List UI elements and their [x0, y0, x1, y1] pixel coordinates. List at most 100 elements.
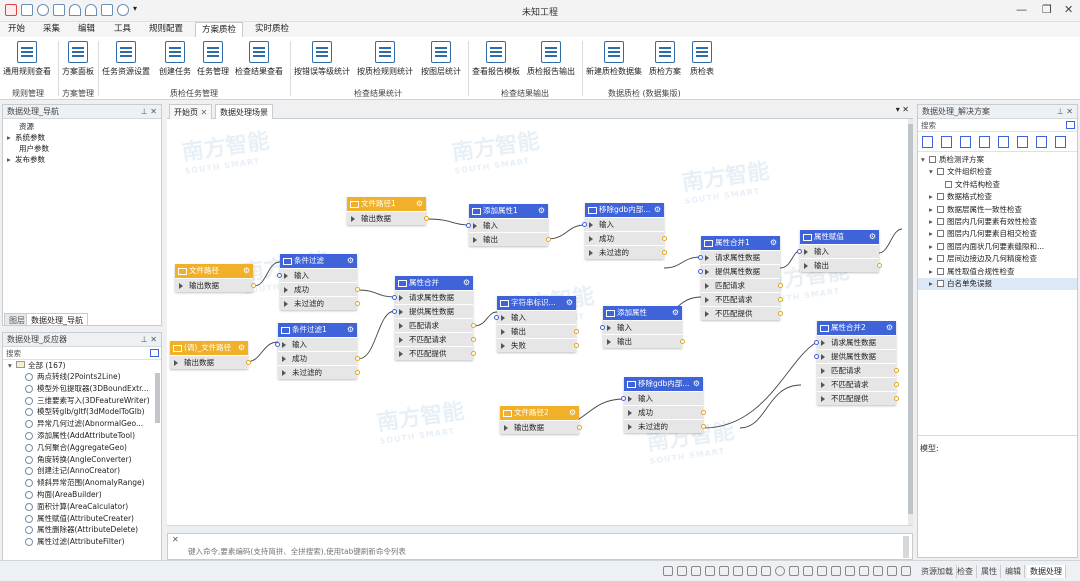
node-attribute-merge[interactable]: 属性合并 ⚙ 请求属性数据 提供属性数据 匹配请求 不匹配请求 不匹配提供 [392, 276, 476, 360]
collapse-icon[interactable]: ▾ [921, 154, 929, 166]
window-icon[interactable] [887, 566, 897, 576]
lock-icon[interactable] [831, 566, 841, 576]
checkbox[interactable] [945, 180, 952, 188]
port[interactable]: 提供属性数据 [392, 304, 473, 318]
close-icon[interactable]: ✕ [172, 535, 179, 544]
expand-icon[interactable]: ▸ [929, 216, 937, 228]
nav-item-user-params[interactable]: 用户参数 [7, 143, 157, 154]
port[interactable]: 未过滤的 [280, 296, 360, 310]
gear-icon[interactable]: ⚙ [243, 264, 250, 278]
gear-icon[interactable]: ⚙ [238, 341, 245, 355]
port[interactable]: 提供属性数据 [814, 349, 896, 363]
reactor-root[interactable]: ▾ 全部 (167) [3, 360, 161, 371]
list-item[interactable]: 模型外包提取器(3DBoundExtr... [3, 383, 161, 395]
nav-item-publish-params[interactable]: ▸ 发布参数 [7, 154, 157, 165]
stats-by-layer-button[interactable]: 按图层统计 [421, 41, 461, 77]
tab-collect[interactable]: 采集 [37, 22, 66, 37]
port[interactable]: 输出数据 [347, 211, 429, 225]
checkbox[interactable] [937, 279, 944, 287]
gear-icon[interactable]: ⚙ [886, 321, 893, 335]
zoom-in-icon[interactable] [677, 566, 687, 576]
checkbox[interactable] [937, 168, 944, 176]
port[interactable]: 输入 [621, 391, 703, 405]
scrollbar[interactable] [903, 536, 909, 558]
checkbox[interactable] [937, 205, 944, 213]
list-item[interactable]: 构面(AreaBuilder) [3, 489, 161, 501]
list-item[interactable]: 属性删除器(AttributeDelete) [3, 524, 161, 536]
node-attribute-merge-1[interactable]: 属性合并1 ⚙ 请求属性数据 提供属性数据 匹配请求 不匹配请求 不匹配提供 [698, 236, 783, 320]
qc-scheme-button[interactable]: 质检方案 [649, 41, 681, 77]
port[interactable]: 输出数据 [170, 355, 251, 369]
tab-nav[interactable]: 数据处理_导航 [26, 313, 88, 326]
tree-item[interactable]: 文件结构检查 [918, 179, 1077, 191]
stats-by-error-level-button[interactable]: 按错误等级统计 [294, 41, 350, 77]
tree-item[interactable]: ▸ 图层内几何要素自相交检查 [918, 228, 1077, 240]
checkbox[interactable] [937, 267, 944, 275]
port[interactable]: 输入 [600, 320, 682, 334]
node-attribute-assign[interactable]: 属性赋值 ⚙ 输入 输出 [797, 230, 882, 272]
list-item[interactable]: 两点转线(2Points2Line) [3, 371, 161, 383]
node-file-path-2[interactable]: 文件路径2 ⚙ 输出数据 [500, 406, 582, 434]
nav-item-system-params[interactable]: ▸ 系统参数 [7, 132, 157, 143]
settings-icon[interactable] [817, 566, 827, 576]
check-result-view-button[interactable]: 检查结果查看 [235, 41, 283, 77]
port[interactable]: 未过滤的 [278, 365, 360, 379]
new-qc-dataset-button[interactable]: 新建质检数据集 [586, 41, 642, 77]
node-file-path-1[interactable]: 文件路径1 ⚙ 输出数据 [347, 197, 429, 225]
zoom-out-icon[interactable] [691, 566, 701, 576]
gear-icon[interactable]: ⚙ [654, 203, 661, 217]
scrollbar-thumb[interactable] [908, 124, 913, 514]
tab-processing-scene[interactable]: 数据处理场景 [215, 104, 273, 119]
measure-icon[interactable] [803, 566, 813, 576]
workflow-canvas[interactable]: 南方智能 SOUTH SMART 南方智能 SOUTH SMART 南方智能 SOUT… [167, 119, 908, 525]
stats-by-rule-button[interactable]: 按质检规则统计 [357, 41, 413, 77]
tab-rule-config[interactable]: 规则配置 [143, 22, 189, 37]
tab-scheme-qc[interactable]: 方案质检 [195, 22, 244, 38]
gear-icon[interactable]: ⚙ [416, 197, 423, 211]
select-icon[interactable] [719, 566, 729, 576]
expand-icon[interactable]: ▸ [929, 191, 937, 203]
filter-icon[interactable] [1066, 121, 1075, 129]
gear-icon[interactable]: ⚙ [538, 204, 545, 218]
port[interactable]: 不匹配请求 [701, 292, 783, 306]
open-icon[interactable] [941, 136, 952, 148]
task-resource-settings-button[interactable]: 任务资源设置 [102, 41, 150, 77]
gear-icon[interactable]: ⚙ [569, 406, 576, 420]
tree-item-scheme[interactable]: ▾ 质检测评方案 [918, 154, 1077, 166]
port[interactable]: 输入 [582, 217, 664, 231]
nav-item-resource[interactable]: 资源 [7, 121, 157, 132]
tree-item[interactable]: ▸ 数据层属性一致性检查 [918, 204, 1077, 216]
task-management-button[interactable]: 任务管理 [197, 41, 229, 77]
port[interactable]: 匹配请求 [395, 318, 476, 332]
tree-item[interactable]: ▸ 数据格式检查 [918, 191, 1077, 203]
checkbox[interactable] [937, 193, 944, 201]
user-icon[interactable] [859, 566, 869, 576]
port[interactable]: 输入 [466, 218, 548, 232]
tab-edit-panel[interactable]: 编辑 [1002, 565, 1025, 578]
node-condition-filter-1[interactable]: 条件过滤1 ⚙ 输入 成功 未过滤的 [275, 323, 360, 379]
tab-resource-load[interactable]: 资源加载 [918, 565, 957, 578]
restore-icon[interactable]: ❐ [1042, 3, 1052, 16]
port[interactable]: 成功 [624, 405, 706, 419]
tab-start[interactable]: 开始 [2, 22, 31, 37]
tree-item[interactable]: ▸ 图层内几何要素有效性检查 [918, 216, 1077, 228]
node-remove-gdb-internal[interactable]: 移除gdb内部... ⚙ 输入 成功 未过滤的 [582, 203, 667, 259]
gear-icon[interactable]: ⚙ [347, 254, 354, 268]
tree-item[interactable]: ▸ 层间边接边及几何精度检查 [918, 253, 1077, 265]
gear-icon[interactable]: ⚙ [463, 276, 470, 290]
collapse-icon[interactable]: ▾ [929, 166, 937, 178]
create-task-button[interactable]: 创建任务 [159, 41, 191, 77]
checkbox[interactable] [937, 242, 944, 250]
new-icon[interactable] [922, 136, 933, 148]
checkbox[interactable] [937, 230, 944, 238]
port[interactable]: 输出 [603, 334, 685, 348]
port[interactable]: 不匹配提供 [701, 306, 783, 320]
solution-search-bar[interactable]: 搜索 [918, 119, 1077, 132]
list-item[interactable]: 创建注记(AnnoCreator) [3, 465, 161, 477]
snap-icon[interactable] [789, 566, 799, 576]
port[interactable]: 未过滤的 [585, 245, 667, 259]
list-item[interactable]: 异常几何过滤(AbnormalGeo... [3, 418, 161, 430]
list-item[interactable]: 属性过滤(AttributeFilter) [3, 536, 161, 548]
node-condition-filter[interactable]: 条件过滤 ⚙ 输入 成功 未过滤的 [277, 254, 360, 310]
list-item[interactable]: 属性赋值(AttributeCreater) [3, 513, 161, 525]
